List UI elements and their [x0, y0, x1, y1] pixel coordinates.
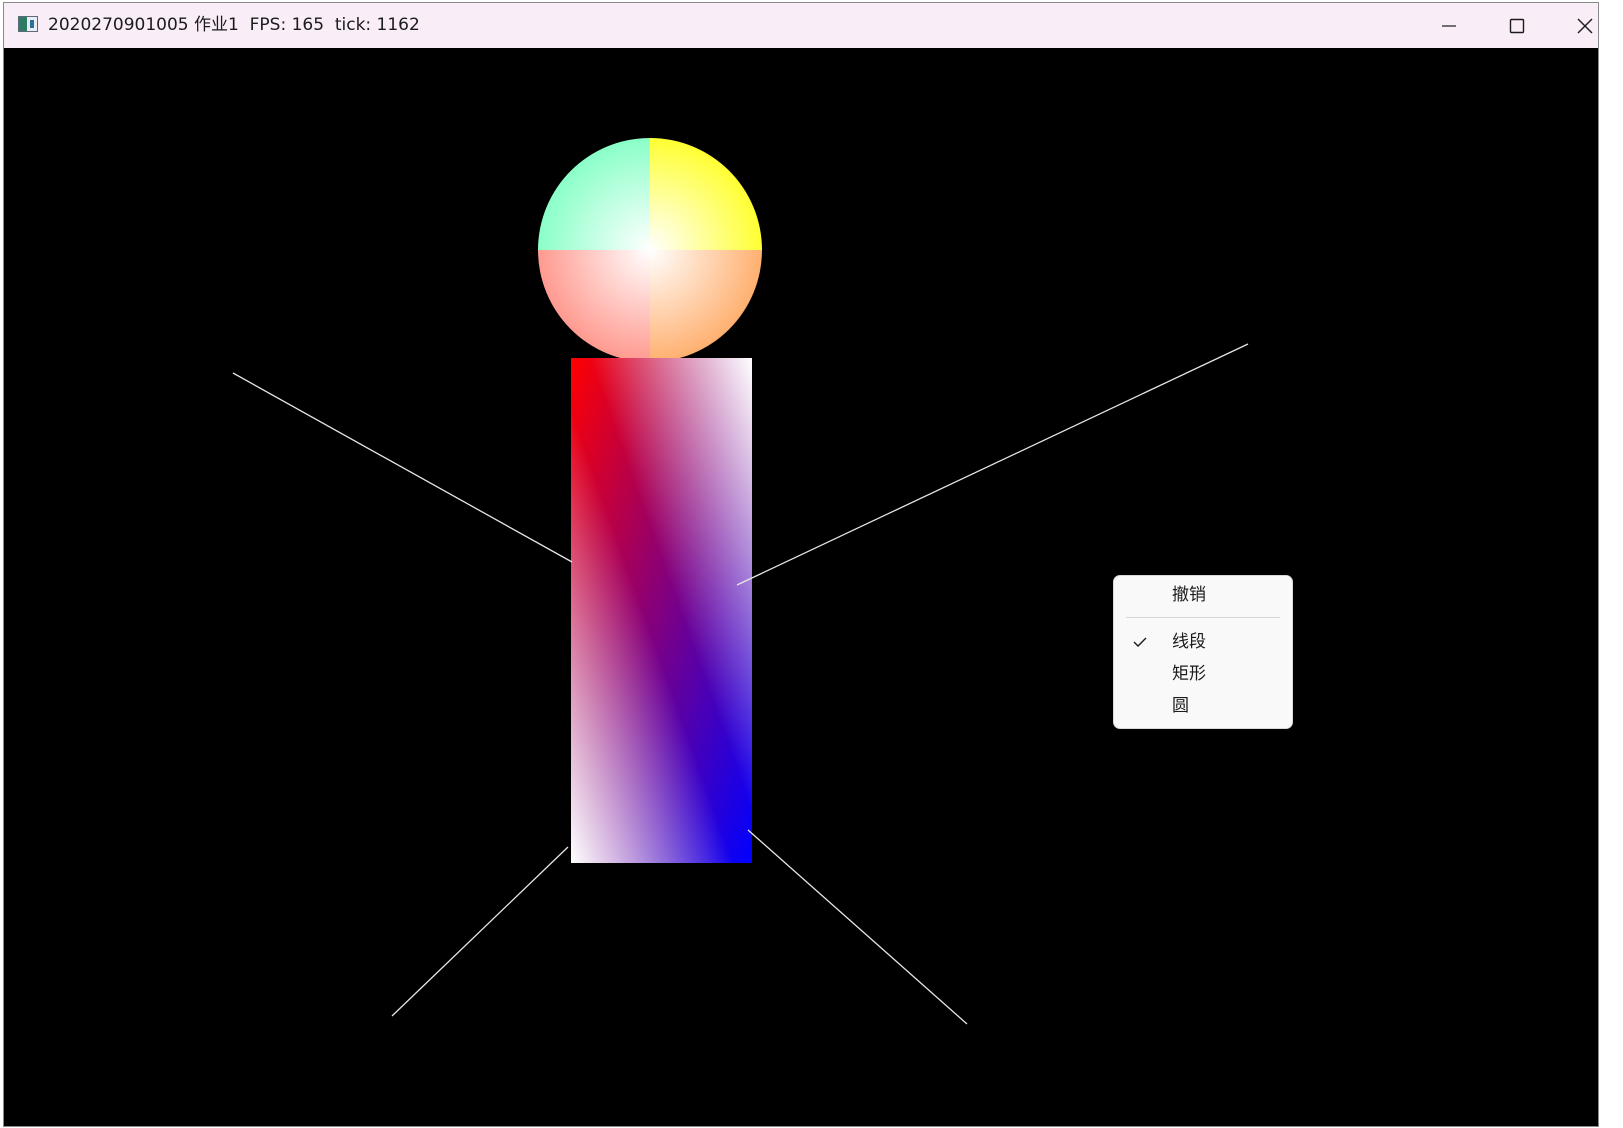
- menu-item-undo-label: 撤销: [1172, 585, 1206, 605]
- menu-item-rectangle-label: 矩形: [1172, 664, 1206, 684]
- drawing-canvas[interactable]: [4, 48, 1598, 1126]
- menu-item-circle[interactable]: 圆: [1118, 691, 1288, 721]
- minimize-icon: [1442, 24, 1456, 27]
- right-arm-line: [736, 343, 1249, 586]
- close-button[interactable]: [1551, 3, 1598, 48]
- menu-item-circle-label: 圆: [1172, 696, 1189, 716]
- head-circle: [538, 138, 762, 362]
- window-title: 2020270901005 作业1 FPS: 165 tick: 1162: [48, 15, 420, 35]
- menu-item-line[interactable]: 线段: [1118, 627, 1288, 657]
- app-window: 2020270901005 作业1 FPS: 165 tick: 1162: [3, 2, 1599, 1127]
- app-window-icon: [18, 16, 38, 32]
- context-menu: 撤销 线段 矩形 圆: [1113, 575, 1293, 729]
- maximize-button[interactable]: [1483, 3, 1551, 48]
- title-bar[interactable]: 2020270901005 作业1 FPS: 165 tick: 1162: [4, 3, 1598, 48]
- close-icon: [1577, 18, 1593, 33]
- menu-item-rectangle[interactable]: 矩形: [1118, 659, 1288, 689]
- right-leg-line: [747, 829, 968, 1025]
- left-leg-line: [391, 846, 569, 1017]
- body-rectangle: [571, 358, 752, 863]
- minimize-button[interactable]: [1415, 3, 1483, 48]
- maximize-icon: [1509, 18, 1525, 33]
- menu-item-undo[interactable]: 撤销: [1118, 580, 1288, 610]
- left-arm-line: [232, 372, 573, 563]
- canvas-scene: [232, 138, 1249, 1025]
- menu-item-line-label: 线段: [1172, 632, 1206, 652]
- checkmark-icon: [1133, 637, 1147, 647]
- menu-separator: [1126, 617, 1280, 618]
